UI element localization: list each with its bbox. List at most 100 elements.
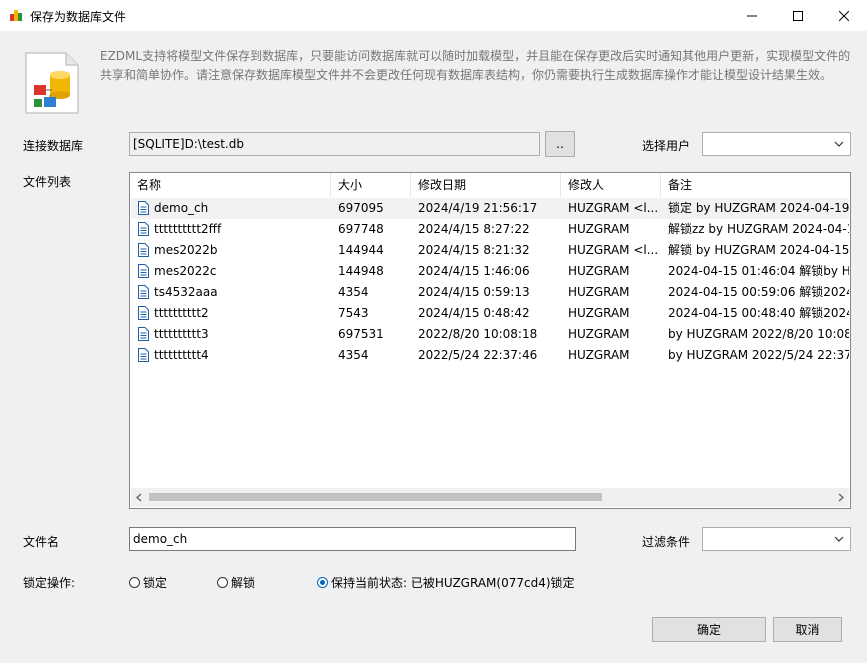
filter-select[interactable] xyxy=(702,527,851,551)
cell-size: 697748 xyxy=(338,222,384,236)
connection-field[interactable]: [SQLITE]D:\test.db xyxy=(129,132,540,156)
cell-size: 4354 xyxy=(338,348,369,362)
radio-keep-state-label: 保持当前状态: 已被HUZGRAM(077cd4)锁定 xyxy=(331,576,575,590)
cell-user: HUZGRAM <l... xyxy=(568,201,659,215)
file-list-label: 文件列表 xyxy=(23,175,72,189)
radio-lock[interactable]: 锁定 xyxy=(129,574,167,591)
cell-name: mes2022c xyxy=(154,264,217,278)
user-label: 选择用户 xyxy=(642,139,691,153)
table-row[interactable]: tttttttttt3 697531 2022/8/20 10:08:18 HUZGR… xyxy=(131,324,849,345)
ok-button[interactable]: 确定 xyxy=(652,617,766,642)
user-select[interactable] xyxy=(702,132,851,156)
description-text: EZDML支持将模型文件保存到数据库，只要能访问数据库就可以随时加载模型，并且能… xyxy=(100,49,851,82)
app-icon xyxy=(9,8,23,22)
cell-name: tttttttttt2 xyxy=(154,306,209,320)
cell-note: by HUZGRAM 2022/5/24 22:37: xyxy=(668,348,849,362)
scroll-left-icon[interactable] xyxy=(135,493,143,502)
table-row[interactable]: tttttttttt4 4354 2022/5/24 22:37:46 HUZGRAM… xyxy=(131,345,849,366)
cell-note: 锁定 by HUZGRAM 2024-04-19 xyxy=(668,201,849,215)
cell-size: 4354 xyxy=(338,285,369,299)
cell-user: HUZGRAM xyxy=(568,348,630,362)
cell-name: mes2022b xyxy=(154,243,218,257)
file-icon xyxy=(138,201,149,215)
cell-size: 697531 xyxy=(338,327,384,341)
cell-name: tttttttttt2fff xyxy=(154,222,222,236)
chevron-down-icon xyxy=(834,141,844,147)
radio-unlock[interactable]: 解锁 xyxy=(217,574,255,591)
cell-date: 2022/8/20 10:08:18 xyxy=(418,327,538,341)
cell-size: 7543 xyxy=(338,306,369,320)
radio-lock-circle[interactable] xyxy=(129,577,140,588)
cell-user: HUZGRAM xyxy=(568,306,630,320)
cell-name: ts4532aaa xyxy=(154,285,218,299)
cell-name: tttttttttt3 xyxy=(154,327,209,341)
cell-user: HUZGRAM <l... xyxy=(568,243,659,257)
cell-date: 2024/4/15 0:59:13 xyxy=(418,285,530,299)
file-name-input[interactable]: demo_ch xyxy=(129,527,576,551)
cell-name: demo_ch xyxy=(154,201,209,215)
file-icon xyxy=(138,348,149,362)
table-row[interactable]: demo_ch 697095 2024/4/19 21:56:17 HUZGRAM <… xyxy=(131,198,849,219)
table-row[interactable]: mes2022c 144948 2024/4/15 1:46:06 HUZGRAM 20… xyxy=(131,261,849,282)
cell-note: 2024-04-15 00:48:40 解锁2024- xyxy=(668,306,849,320)
scroll-right-icon[interactable] xyxy=(837,493,845,502)
file-icon xyxy=(138,243,149,257)
cell-note: 2024-04-15 01:46:04 解锁by HU xyxy=(668,264,849,278)
scroll-thumb[interactable] xyxy=(149,493,602,501)
cell-user: HUZGRAM xyxy=(568,327,630,341)
table-row[interactable]: ts4532aaa 4354 2024/4/15 0:59:13 HUZGRAM 202… xyxy=(131,282,849,303)
radio-unlock-label: 解锁 xyxy=(231,576,256,590)
table-row[interactable]: tttttttttt2 7543 2024/4/15 0:48:42 HUZGRAM 2… xyxy=(131,303,849,324)
file-icon xyxy=(138,285,149,299)
cell-note: by HUZGRAM 2022/8/20 10:08: xyxy=(668,327,849,341)
file-name-label: 文件名 xyxy=(23,535,60,549)
connection-label: 连接数据库 xyxy=(23,139,84,153)
horizontal-scrollbar[interactable] xyxy=(131,488,849,507)
cell-size: 697095 xyxy=(338,201,384,215)
close-icon xyxy=(839,10,849,21)
cell-name: tttttttttt4 xyxy=(154,348,209,362)
cell-date: 2024/4/19 21:56:17 xyxy=(418,201,538,215)
column-header-user[interactable]: 修改人 xyxy=(561,173,661,197)
browse-button[interactable]: .. xyxy=(545,131,575,157)
column-header-note[interactable]: 备注 xyxy=(661,173,850,197)
cell-size: 144944 xyxy=(338,243,384,257)
database-model-icon xyxy=(24,51,82,115)
file-icon xyxy=(138,264,149,278)
cell-note: 解锁zz by HUZGRAM 2024-04-1 xyxy=(668,222,849,236)
cell-date: 2022/5/24 22:37:46 xyxy=(418,348,538,362)
cell-size: 144948 xyxy=(338,264,384,278)
column-header-date[interactable]: 修改日期 xyxy=(411,173,561,197)
minimize-button[interactable] xyxy=(729,0,775,31)
radio-keep-state[interactable]: 保持当前状态: 已被HUZGRAM(077cd4)锁定 xyxy=(317,574,575,591)
file-icon xyxy=(138,306,149,320)
cell-date: 2024/4/15 8:21:32 xyxy=(418,243,530,257)
minimize-icon xyxy=(747,15,757,16)
file-icon xyxy=(138,222,149,236)
table-row[interactable]: mes2022b 144944 2024/4/15 8:21:32 HUZGRAM <… xyxy=(131,240,849,261)
column-header-name[interactable]: 名称 xyxy=(130,173,331,197)
radio-lock-label: 锁定 xyxy=(143,576,168,590)
cell-date: 2024/4/15 1:46:06 xyxy=(418,264,530,278)
window-title: 保存为数据库文件 xyxy=(30,10,127,24)
file-list[interactable]: 名称 大小 修改日期 修改人 备注 demo_ch 697095 2024/4/19… xyxy=(129,172,851,509)
filter-label: 过滤条件 xyxy=(642,535,691,549)
file-icon xyxy=(138,327,149,341)
cell-date: 2024/4/15 0:48:42 xyxy=(418,306,530,320)
maximize-button[interactable] xyxy=(775,0,821,31)
table-row[interactable]: tttttttttt2fff 697748 2024/4/15 8:27:22 HUZ… xyxy=(131,219,849,240)
cell-date: 2024/4/15 8:27:22 xyxy=(418,222,530,236)
cell-user: HUZGRAM xyxy=(568,285,630,299)
cell-user: HUZGRAM xyxy=(568,222,630,236)
lock-label: 锁定操作: xyxy=(23,576,76,590)
column-header-size[interactable]: 大小 xyxy=(331,173,411,197)
chevron-down-icon xyxy=(834,536,844,542)
cancel-button[interactable]: 取消 xyxy=(773,617,842,642)
cell-note: 2024-04-15 00:59:06 解锁2024- xyxy=(668,285,849,299)
radio-unlock-circle[interactable] xyxy=(217,577,228,588)
close-button[interactable] xyxy=(821,0,867,31)
cell-user: HUZGRAM xyxy=(568,264,630,278)
maximize-icon xyxy=(793,10,803,21)
radio-keep-state-circle[interactable] xyxy=(317,577,328,588)
cell-note: 解锁 by HUZGRAM 2024-04-15 xyxy=(668,243,849,257)
